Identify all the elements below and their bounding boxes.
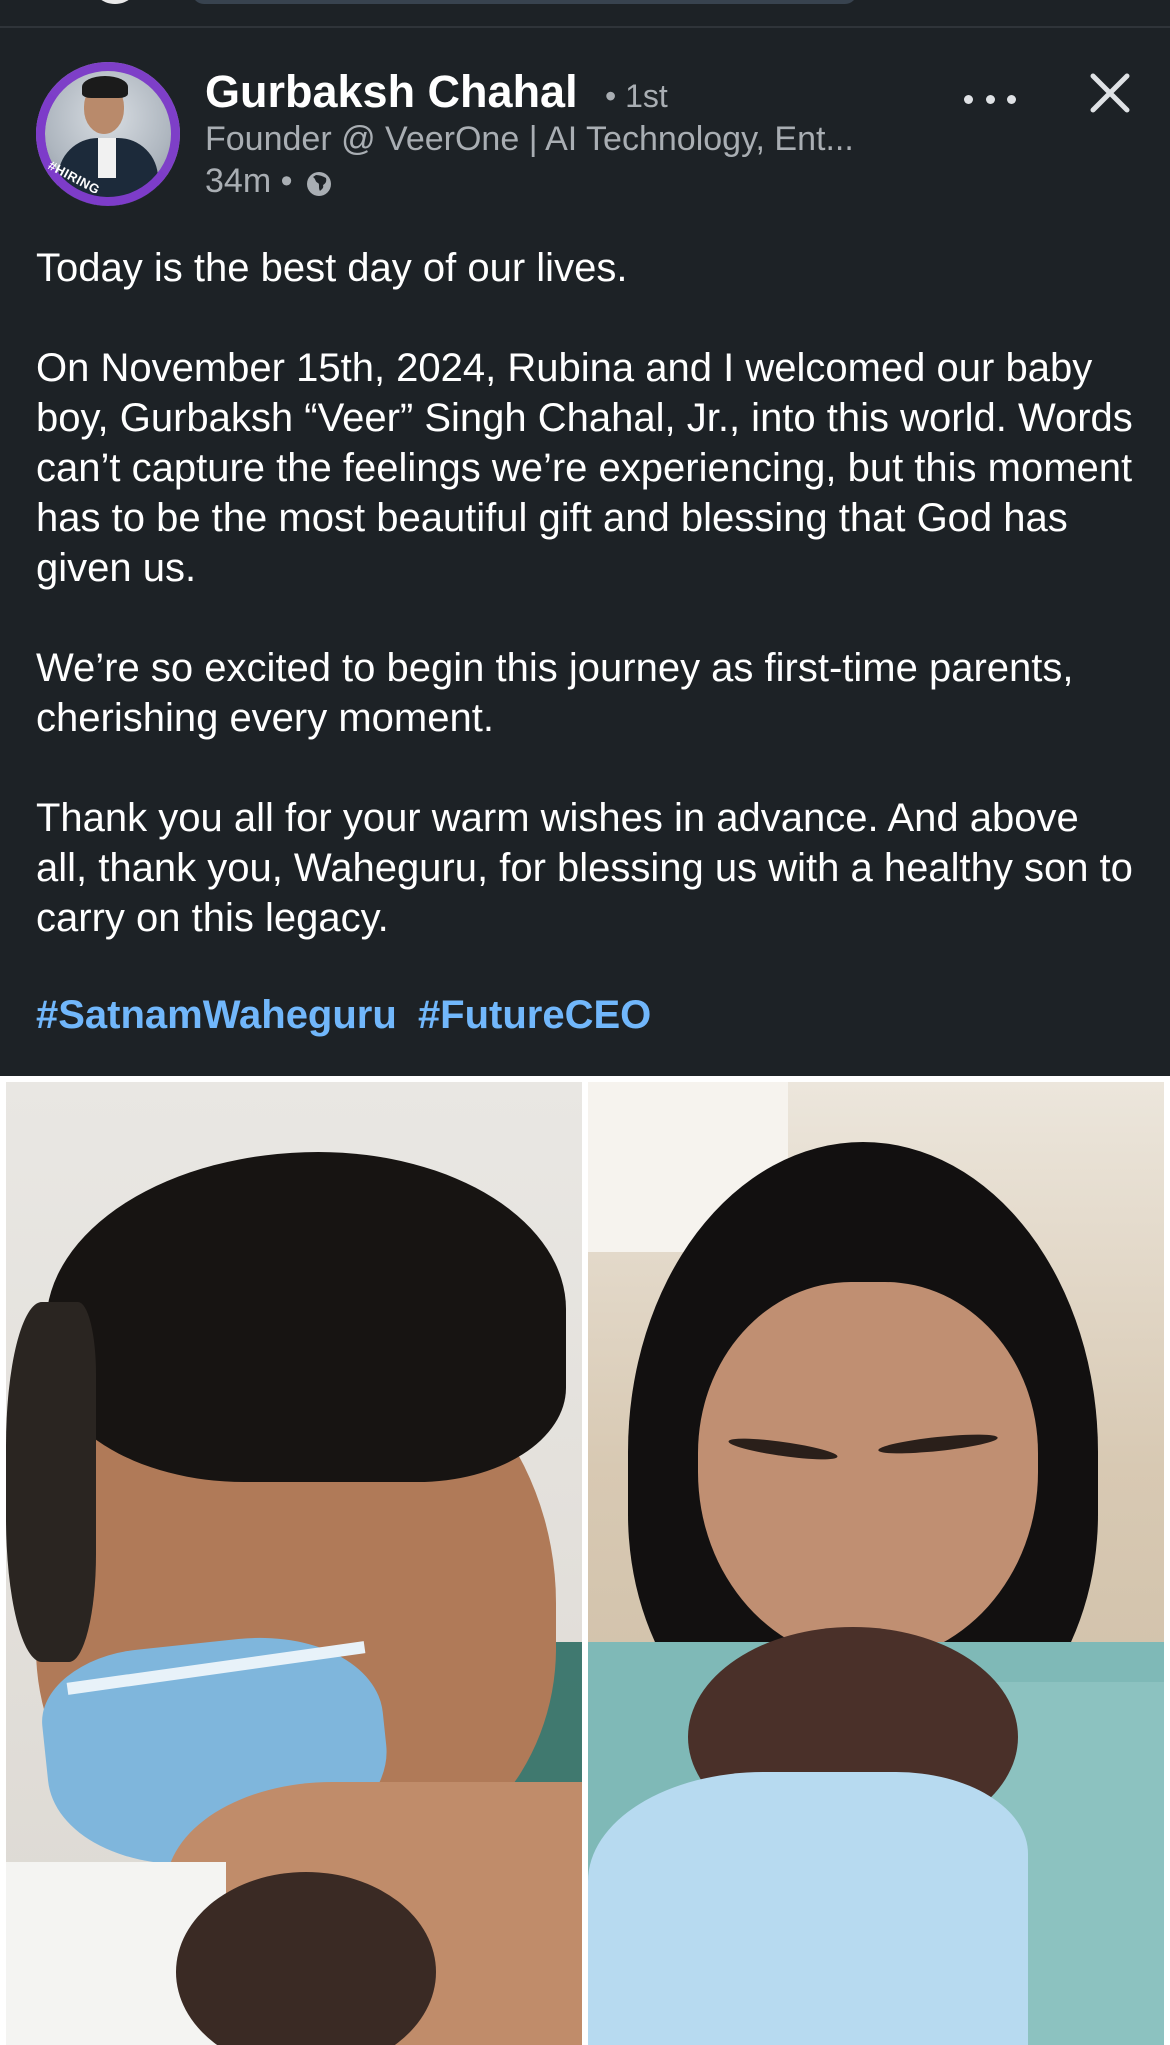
- post-meta: 34m •: [205, 162, 333, 201]
- post-images[interactable]: [0, 1076, 1170, 2045]
- post-paragraph: We’re so excited to begin this journey a…: [36, 646, 1074, 740]
- search-bar-partial[interactable]: [192, 0, 857, 4]
- post-paragraph: On November 15th, 2024, Rubina and I wel…: [36, 346, 1133, 590]
- top-nav-bar: [0, 0, 1170, 28]
- post-text: Today is the best day of our lives. On N…: [36, 243, 1136, 993]
- photo-mother-with-baby[interactable]: [588, 1082, 1164, 2045]
- close-icon[interactable]: [1087, 70, 1133, 116]
- hashtag-link[interactable]: #SatnamWaheguru: [36, 993, 397, 1037]
- hashtags: #SatnamWaheguru #FutureCEO: [36, 993, 661, 1038]
- photo-father-with-baby[interactable]: [6, 1082, 582, 2045]
- connection-degree: • 1st: [605, 78, 668, 114]
- author-headline: Founder @ VeerOne | AI Technology, Ent..…: [205, 120, 854, 158]
- globe-icon: [305, 168, 333, 196]
- post-paragraph: Thank you all for your warm wishes in ad…: [36, 796, 1133, 940]
- post-paragraph: Today is the best day of our lives.: [36, 246, 628, 290]
- post-card: #HIRING Gurbaksh Chahal • 1st Founder @ …: [0, 28, 1170, 1076]
- author-avatar[interactable]: #HIRING: [36, 62, 180, 206]
- post-time: 34m •: [205, 162, 293, 200]
- more-horizontal-icon[interactable]: [960, 84, 1020, 114]
- profile-avatar-partial[interactable]: [90, 0, 140, 4]
- hashtag-link[interactable]: #FutureCEO: [418, 993, 651, 1037]
- author-name[interactable]: Gurbaksh Chahal: [205, 66, 578, 118]
